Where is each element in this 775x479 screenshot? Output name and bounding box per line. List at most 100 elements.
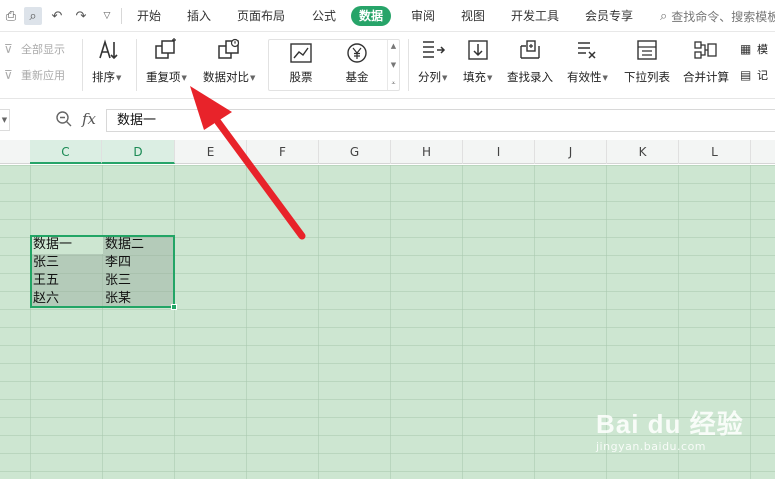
column-header-h[interactable]: H [391, 140, 463, 164]
fill-label: 填充 [463, 70, 486, 84]
stocks-button[interactable]: 股票 [273, 42, 329, 88]
split-label: 分列 [418, 70, 441, 84]
cell-d2[interactable]: 李四 [105, 254, 131, 271]
column-header-l[interactable]: L [679, 140, 751, 164]
command-search[interactable]: ⌕ 查找命令、搜索模板 [660, 7, 775, 25]
funds-label: 基金 [345, 70, 369, 84]
fill-down-icon [465, 37, 491, 63]
search-placeholder: 查找命令、搜索模板 [671, 9, 775, 24]
stocks-funds-gallery: 股票 基金 ▲ ▼ ⩡ [268, 39, 400, 91]
fill-dropdown-icon[interactable]: ▼ [487, 74, 492, 82]
simulate-button[interactable]: ▦ 模 [740, 41, 768, 57]
chevron-down-icon: ▼ [1, 116, 8, 124]
lookup-entry-icon [517, 37, 543, 63]
tab-home[interactable]: 开始 [135, 6, 163, 26]
tab-insert[interactable]: 插入 [185, 6, 213, 26]
cell-c1[interactable]: 数据一 [33, 236, 72, 253]
tab-developer[interactable]: 开发工具 [509, 6, 561, 26]
fill-button[interactable]: 填充▼ [463, 37, 492, 95]
name-box-dropdown[interactable]: ▼ [0, 109, 10, 131]
column-header-g[interactable]: G [319, 140, 391, 164]
simulate-icon: ▦ [740, 42, 752, 56]
validity-dropdown-icon[interactable]: ▼ [603, 74, 608, 82]
cell-c4[interactable]: 赵六 [33, 290, 59, 307]
gallery-scroll[interactable]: ▲ ▼ ⩡ [387, 40, 399, 90]
tab-review[interactable]: 审阅 [409, 6, 437, 26]
duplicates-icon [153, 37, 179, 63]
dropdown-list-button[interactable]: 下拉列表 [624, 37, 670, 95]
tab-view[interactable]: 视图 [459, 6, 487, 26]
print-preview-icon[interactable]: ⌕ [24, 7, 42, 25]
cell-d4[interactable]: 张某 [105, 290, 131, 307]
column-header-c[interactable]: C [30, 140, 102, 164]
merge-calc-button[interactable]: 合并计算 [683, 37, 729, 95]
fill-handle[interactable] [171, 304, 177, 310]
cell-d3[interactable]: 张三 [105, 272, 131, 289]
funds-button[interactable]: 基金 [329, 42, 385, 88]
data-ribbon: ⊽ 全部显示 ⊽ 重新应用 排序▼ 重复项▼ 数据对比▼ 股票 基金 ▲ ▼ ⩡… [0, 33, 775, 99]
stocks-icon [290, 43, 312, 63]
menu-bar: ⎙ ⌕ ↶ ↷ ▽ 开始 插入 页面布局 公式 数据 审阅 视图 开发工具 会员… [0, 0, 775, 32]
column-headers: C D E F G H I J K L [0, 140, 775, 164]
dropdown-list-label: 下拉列表 [624, 70, 670, 84]
tab-formulas[interactable]: 公式 [310, 6, 338, 26]
show-all-button[interactable]: ⊽ 全部显示 [4, 41, 65, 57]
duplicates-dropdown-icon[interactable]: ▼ [182, 74, 187, 82]
duplicates-button[interactable]: 重复项▼ [146, 37, 187, 95]
duplicates-label: 重复项 [146, 70, 181, 84]
expand-gallery-icon[interactable]: ⩡ [392, 79, 396, 88]
baidu-jingyan-watermark: Bai du 经验 jingyan.baidu.com [596, 404, 744, 453]
watermark-brand: Bai du 经验 [596, 409, 744, 439]
cell-d1[interactable]: 数据二 [105, 236, 144, 253]
column-header-i[interactable]: I [463, 140, 535, 164]
fx-icon[interactable]: fx [82, 110, 96, 128]
column-header-e[interactable]: E [175, 140, 247, 164]
sort-button[interactable]: 排序▼ [92, 37, 121, 95]
tab-data[interactable]: 数据 [351, 6, 392, 26]
compare-button[interactable]: 数据对比▼ [203, 37, 255, 95]
ribbon-divider [408, 39, 409, 91]
filter-refresh-icon: ⊽ [4, 68, 13, 82]
lookup-entry-button[interactable]: 查找录入 [507, 37, 553, 95]
lookup-label: 查找录入 [507, 70, 553, 84]
record-button[interactable]: ▤ 记 [740, 67, 768, 83]
cell-c3[interactable]: 王五 [33, 272, 59, 289]
split-columns-icon [420, 37, 446, 63]
compare-label: 数据对比 [203, 70, 249, 84]
sort-dropdown-icon[interactable]: ▼ [116, 74, 121, 82]
chevron-up-icon[interactable]: ▲ [391, 42, 396, 50]
reapply-label: 重新应用 [21, 69, 65, 82]
column-header-f[interactable]: F [247, 140, 319, 164]
merge-calc-label: 合并计算 [683, 70, 729, 84]
split-dropdown-icon[interactable]: ▼ [442, 74, 447, 82]
formula-input[interactable]: 数据一 [106, 109, 775, 132]
column-header-j[interactable]: J [535, 140, 607, 164]
redo-icon[interactable]: ↷ [72, 7, 90, 25]
formula-bar: ▼ fx 数据一 [0, 100, 775, 140]
customize-chevron-icon[interactable]: ▽ [98, 7, 116, 25]
validity-button[interactable]: 有效性▼ [567, 37, 608, 95]
show-all-label: 全部显示 [21, 43, 65, 56]
validity-icon [574, 37, 600, 63]
sort-label: 排序 [92, 70, 115, 84]
compare-dropdown-icon[interactable]: ▼ [250, 74, 255, 82]
split-button[interactable]: 分列▼ [418, 37, 447, 95]
cell-c2[interactable]: 张三 [33, 254, 59, 271]
stocks-label: 股票 [289, 70, 313, 84]
validity-label: 有效性 [567, 70, 602, 84]
undo-icon[interactable]: ↶ [48, 7, 66, 25]
column-header-k[interactable]: K [607, 140, 679, 164]
zoom-icon[interactable] [55, 110, 73, 128]
merge-calc-icon [693, 37, 719, 63]
filter-icon: ⊽ [4, 42, 13, 56]
tab-member[interactable]: 会员专享 [583, 6, 635, 26]
sort-icon [94, 37, 120, 63]
ribbon-divider [82, 39, 83, 91]
chevron-down-icon[interactable]: ▼ [391, 61, 396, 69]
print-icon[interactable]: ⎙ [2, 7, 20, 25]
column-header-d[interactable]: D [102, 140, 175, 164]
record-icon: ▤ [740, 68, 752, 82]
reapply-button[interactable]: ⊽ 重新应用 [4, 67, 65, 83]
compare-icon [216, 37, 242, 63]
tab-page-layout[interactable]: 页面布局 [235, 6, 287, 26]
